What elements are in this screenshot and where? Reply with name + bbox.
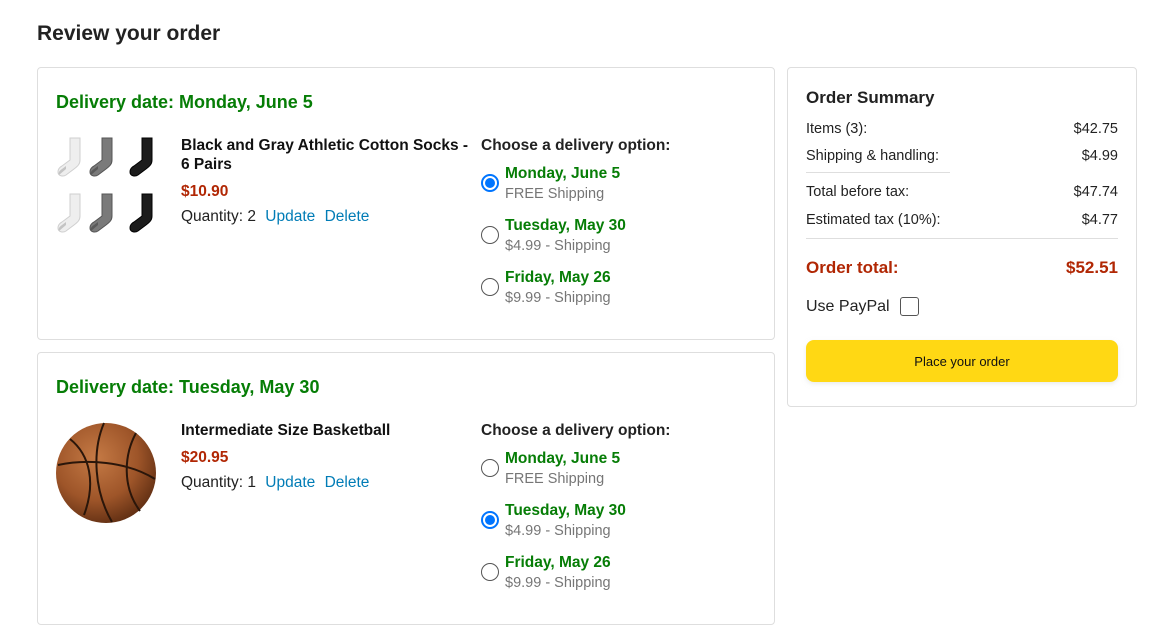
product-name: Black and Gray Athletic Cotton Socks - 6…	[181, 137, 469, 173]
option-price: $4.99 - Shipping	[505, 238, 611, 254]
delivery-option-friday[interactable]: Friday, May 26 $9.99 - Shipping	[481, 268, 761, 320]
radio-button[interactable]	[481, 226, 499, 244]
summary-row-before-tax: Total before tax: $47.74	[806, 184, 1118, 200]
summary-divider	[806, 172, 950, 173]
option-date: Tuesday, May 30	[505, 502, 626, 519]
delivery-option-monday[interactable]: Monday, June 5 FREE Shipping	[481, 449, 761, 501]
basketball-image	[56, 422, 156, 523]
cart-item: Delivery date: Tuesday, May 30 Intermedi…	[37, 352, 775, 625]
delivery-date: Delivery date: Tuesday, May 30	[56, 377, 320, 397]
option-date: Tuesday, May 30	[505, 217, 626, 234]
delivery-option-tuesday[interactable]: Tuesday, May 30 $4.99 - Shipping	[481, 501, 761, 553]
order-summary: Order Summary Items (3): $42.75 Shipping…	[787, 67, 1137, 407]
product-details: Intermediate Size Basketball $20.95 Quan…	[181, 421, 471, 492]
before-tax-label: Total before tax:	[806, 184, 910, 200]
tax-label: Estimated tax (10%):	[806, 212, 941, 228]
option-date: Friday, May 26	[505, 269, 611, 286]
delivery-option-monday[interactable]: Monday, June 5 FREE Shipping	[481, 164, 761, 216]
product-name: Intermediate Size Basketball	[181, 422, 391, 439]
paypal-row: Use PayPal	[806, 297, 919, 316]
order-total-value: $52.51	[1066, 258, 1118, 277]
product-price: $10.90	[181, 183, 229, 200]
quantity-row: Quantity: 2 Update Delete	[181, 207, 471, 226]
cart-item: Delivery date: Monday, June 5 Black and …	[37, 67, 775, 340]
quantity-row: Quantity: 1 Update Delete	[181, 473, 471, 492]
update-link[interactable]: Update	[265, 474, 315, 491]
delivery-option-friday[interactable]: Friday, May 26 $9.99 - Shipping	[481, 553, 761, 605]
summary-row-total: Order total: $52.51	[806, 258, 1118, 278]
delivery-options-title: Choose a delivery option:	[481, 422, 671, 439]
before-tax-value: $47.74	[1073, 184, 1118, 200]
radio-button[interactable]	[481, 278, 499, 296]
summary-row-items: Items (3): $42.75	[806, 121, 1118, 137]
option-price: $9.99 - Shipping	[505, 290, 611, 306]
option-date: Monday, June 5	[505, 450, 621, 467]
update-link[interactable]: Update	[265, 208, 315, 225]
delivery-options: Choose a delivery option: Monday, June 5…	[481, 136, 761, 320]
tax-value: $4.77	[1081, 212, 1118, 228]
radio-button[interactable]	[481, 563, 499, 581]
option-price: $4.99 - Shipping	[505, 523, 611, 539]
option-date: Friday, May 26	[505, 554, 611, 571]
paypal-checkbox[interactable]	[899, 297, 919, 316]
shipping-value: $4.99	[1081, 148, 1118, 164]
summary-row-shipping: Shipping & handling: $4.99	[806, 148, 1118, 164]
radio-button[interactable]	[481, 174, 499, 192]
delivery-date: Delivery date: Monday, June 5	[56, 92, 313, 112]
page-title: Review your order	[37, 22, 221, 45]
paypal-label: Use PayPal	[806, 297, 890, 315]
place-order-button[interactable]: Place your order	[806, 340, 1118, 382]
delivery-option-tuesday[interactable]: Tuesday, May 30 $4.99 - Shipping	[481, 216, 761, 268]
delete-link[interactable]: Delete	[325, 474, 370, 491]
option-price: FREE Shipping	[505, 471, 605, 487]
summary-divider	[806, 238, 1118, 239]
delivery-options-title: Choose a delivery option:	[481, 137, 671, 154]
radio-button[interactable]	[481, 459, 499, 477]
option-date: Monday, June 5	[505, 165, 621, 182]
items-value: $42.75	[1073, 121, 1118, 137]
delete-link[interactable]: Delete	[325, 208, 370, 225]
delivery-options: Choose a delivery option: Monday, June 5…	[481, 421, 761, 605]
items-label: Items (3):	[806, 121, 868, 137]
quantity-label: Quantity: 1	[181, 474, 256, 491]
option-price: $9.99 - Shipping	[505, 575, 611, 591]
radio-button[interactable]	[481, 511, 499, 529]
quantity-label: Quantity: 2	[181, 208, 256, 225]
socks-image	[57, 137, 153, 233]
shipping-label: Shipping & handling:	[806, 148, 940, 164]
option-price: FREE Shipping	[505, 186, 605, 202]
product-details: Black and Gray Athletic Cotton Socks - 6…	[181, 136, 471, 226]
summary-row-tax: Estimated tax (10%): $4.77	[806, 212, 1118, 228]
order-total-label: Order total:	[806, 258, 899, 277]
summary-title: Order Summary	[806, 88, 935, 107]
product-price: $20.95	[181, 449, 229, 466]
